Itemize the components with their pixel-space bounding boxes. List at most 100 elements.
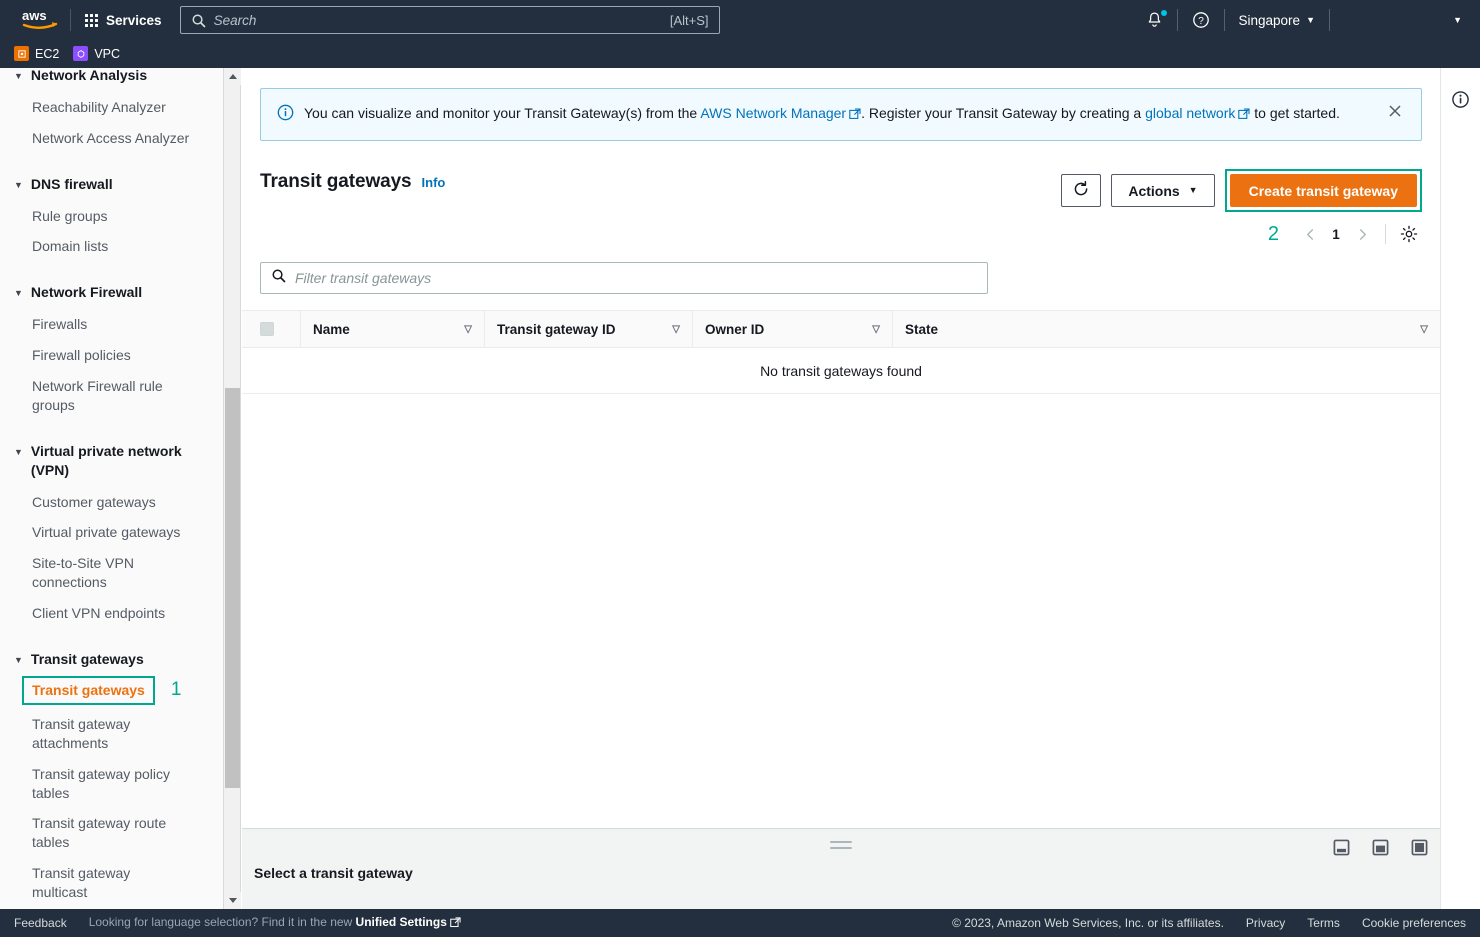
sidebar-item-network-access-analyzer[interactable]: Network Access Analyzer (0, 123, 223, 154)
scrollbar-thumb[interactable] (225, 388, 240, 788)
main-content-area: You can visualize and monitor your Trans… (242, 68, 1440, 909)
page-toolbar: Transit gateways Info Actions ▼ Create t… (260, 169, 1422, 248)
column-header-transit-gateway-id[interactable]: Transit gateway ID ▽ (484, 310, 692, 349)
unified-settings-link[interactable]: Unified Settings (356, 915, 447, 929)
search-input[interactable] (213, 12, 662, 28)
sidebar-item-network-firewall-rule-groups[interactable]: Network Firewall rule groups (0, 371, 223, 421)
sidebar-item-rule-groups[interactable]: Rule groups (0, 201, 223, 232)
notifications-button[interactable] (1132, 0, 1177, 40)
sidebar-item-site-to-site-vpn-connections[interactable]: Site-to-Site VPN connections (0, 548, 223, 598)
external-link-icon (450, 917, 461, 931)
sidebar-item-customer-gateways[interactable]: Customer gateways (0, 487, 223, 518)
region-label: Singapore (1238, 12, 1301, 28)
sidebar-item-reachability-analyzer[interactable]: Reachability Analyzer (0, 92, 223, 123)
column-label: Name (313, 321, 350, 337)
toolbar-right: Actions ▼ Create transit gateway 2 1 (1061, 169, 1422, 248)
terms-link[interactable]: Terms (1307, 916, 1340, 930)
scroll-down-arrow-icon[interactable] (224, 892, 241, 909)
sidebar-item-transit-gateway-route-tables[interactable]: Transit gateway route tables (0, 808, 223, 858)
refresh-icon (1072, 180, 1090, 201)
filter-wrapper (260, 262, 1422, 295)
svg-text:?: ? (1198, 16, 1204, 27)
account-menu-button[interactable]: ▼ (1330, 0, 1480, 40)
annotation-box-1: Transit gateways (22, 675, 155, 705)
split-bottom-large-icon[interactable] (1411, 839, 1428, 861)
cookie-preferences-link[interactable]: Cookie preferences (1362, 916, 1466, 930)
info-panel-icon[interactable] (1451, 90, 1470, 909)
pagination-next-button[interactable] (1349, 221, 1375, 247)
left-sidebar-navigation: ▼ Network Analysis Reachability Analyzer… (0, 68, 224, 909)
privacy-link[interactable]: Privacy (1246, 916, 1285, 930)
filter-transit-gateways-field[interactable] (260, 262, 988, 295)
triangle-down-icon: ▼ (14, 288, 23, 299)
actions-dropdown-button[interactable]: Actions ▼ (1111, 174, 1215, 208)
help-button[interactable]: ? (1178, 0, 1224, 40)
sidebar-group-transit-gateways[interactable]: ▼ Transit gateways (0, 643, 223, 676)
gear-icon[interactable] (1396, 221, 1422, 247)
service-tab-ec2[interactable]: EC2 (14, 46, 59, 61)
sidebar-item-firewall-policies[interactable]: Firewall policies (0, 340, 223, 371)
info-link[interactable]: Info (422, 175, 446, 190)
sidebar-scrollbar[interactable] (224, 68, 241, 909)
sidebar-item-transit-gateway-attachments[interactable]: Transit gateway attachments (0, 709, 223, 759)
sidebar-item-transit-gateway-multicast[interactable]: Transit gateway multicast (0, 858, 223, 908)
services-label: Services (106, 12, 162, 28)
nav-divider (70, 9, 71, 31)
column-label: Owner ID (705, 321, 765, 337)
pagination-row: 2 1 (1268, 220, 1422, 248)
sidebar-group-network-analysis[interactable]: ▼ Network Analysis (0, 68, 223, 92)
info-banner: You can visualize and monitor your Trans… (260, 88, 1422, 142)
select-all-checkbox-cell (260, 322, 300, 337)
notification-badge-dot (1160, 10, 1167, 16)
sidebar-item-firewalls[interactable]: Firewalls (0, 309, 223, 340)
region-selector-button[interactable]: Singapore ▼ (1225, 0, 1329, 40)
sidebar-group-label: Network Firewall (30, 284, 143, 301)
close-icon[interactable] (1385, 103, 1405, 124)
sidebar-group-dns-firewall[interactable]: ▼ DNS firewall (0, 168, 223, 201)
title-row: Transit gateways Info (260, 171, 445, 193)
sidebar-scroll-content: ▼ Network Analysis Reachability Analyzer… (0, 68, 223, 909)
sidebar-group-vpn[interactable]: ▼ Virtual private network (VPN) (0, 435, 223, 487)
footer-left: Feedback Looking for language selection?… (14, 915, 461, 931)
scroll-up-arrow-icon[interactable] (224, 68, 241, 85)
sidebar-group-network-firewall[interactable]: ▼ Network Firewall (0, 276, 223, 309)
sort-triangle-icon: ▽ (672, 323, 680, 335)
refresh-button[interactable] (1061, 174, 1102, 208)
triangle-down-icon: ▼ (14, 71, 23, 81)
vpc-icon (73, 46, 89, 61)
table-body-filler (242, 394, 1440, 777)
column-header-state[interactable]: State ▽ (892, 310, 1440, 349)
column-header-name[interactable]: Name ▽ (300, 310, 484, 349)
global-search-bar[interactable]: [Alt+S] (179, 6, 720, 34)
pagination-current-page[interactable]: 1 (1323, 227, 1349, 242)
pagination-previous-button[interactable] (1297, 221, 1323, 247)
services-menu-button[interactable]: Services (75, 7, 172, 34)
split-bottom-small-icon[interactable] (1333, 839, 1350, 861)
split-bottom-medium-icon[interactable] (1372, 839, 1389, 861)
global-network-link[interactable]: global network (1145, 105, 1235, 121)
aws-logo[interactable]: aws (14, 8, 66, 32)
column-header-owner-id[interactable]: Owner ID ▽ (692, 310, 892, 349)
info-circle-icon (277, 104, 294, 126)
sidebar-item-domain-lists[interactable]: Domain lists (0, 231, 223, 262)
sidebar-group-label: DNS firewall (30, 175, 113, 192)
sidebar-item-transit-gateway-policy-tables[interactable]: Transit gateway policy tables (0, 759, 223, 809)
sidebar-item-virtual-private-gateways[interactable]: Virtual private gateways (0, 517, 223, 548)
sidebar-active-item-row: Transit gateways 1 (0, 675, 223, 705)
split-panel-resize-handle[interactable] (830, 841, 852, 849)
right-info-rail (1440, 68, 1480, 909)
service-tab-vpc[interactable]: VPC (73, 46, 120, 61)
divider (1385, 224, 1386, 245)
sidebar-item-client-vpn-endpoints[interactable]: Client VPN endpoints (0, 598, 223, 629)
select-all-checkbox[interactable] (260, 322, 274, 337)
nav-right-cluster: ? Singapore ▼ ▼ (1132, 0, 1480, 40)
filter-input[interactable] (295, 270, 977, 287)
create-transit-gateway-button[interactable]: Create transit gateway (1229, 174, 1417, 208)
banner-text-1: You can visualize and monitor your Trans… (304, 105, 701, 121)
sidebar-item-transit-gateways[interactable]: Transit gateways (32, 682, 145, 698)
aws-network-manager-link[interactable]: AWS Network Manager (700, 105, 846, 121)
sidebar-group-label: Network Analysis (30, 68, 148, 83)
ec2-icon (14, 46, 29, 61)
feedback-link[interactable]: Feedback (14, 916, 67, 930)
search-shortcut-hint: [Alt+S] (669, 12, 709, 28)
